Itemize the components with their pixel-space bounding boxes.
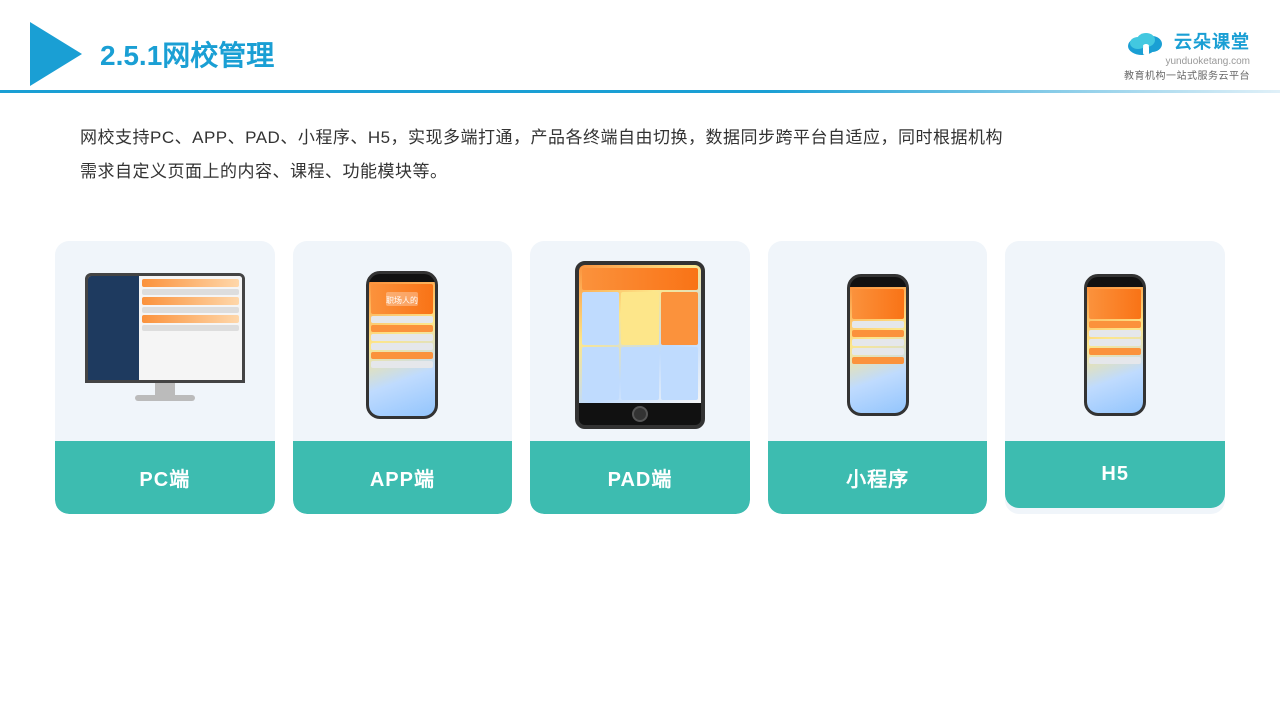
mini-phone-screen [850,287,906,413]
brand-area: 云朵课堂 yunduoketang.com 教育机构一站式服务云平台 [1124,26,1250,82]
h5-banner [1089,289,1141,319]
cards-section: PC端 职场人的 [0,209,1280,514]
pc-content [139,276,242,380]
logo-triangle-icon [30,22,82,86]
tablet-banner [582,268,698,290]
pc-sidebar [88,276,139,380]
description-text: 网校支持PC、APP、PAD、小程序、H5，实现多端打通，产品各终端自由切换，数… [0,93,1280,199]
pc-row-3 [142,297,239,305]
card-pc-image [55,241,275,441]
card-pad: PAD端 [530,241,750,514]
app-row-5 [371,352,433,359]
tablet-mockup [575,261,705,429]
mini-row-2 [852,330,904,337]
h5-phone-screen [1087,287,1143,413]
tablet-screen [579,265,701,403]
brand-domain: yunduoketang.com [1165,56,1250,67]
brand-cloud: 云朵课堂 [1124,26,1250,56]
card-pc: PC端 [55,241,275,514]
mini-row-5 [852,357,904,364]
card-miniprogram-label: 小程序 [768,441,988,514]
app-row-4 [371,343,433,350]
mini-phone-mockup [847,274,909,416]
app-phone-screen: 职场人的 [369,282,435,416]
pc-row-4 [142,307,239,313]
tablet-cell-4 [582,347,619,400]
pc-screen-inner [88,276,242,380]
tablet-cell-1 [582,292,619,345]
pc-base [135,395,195,401]
tablet-cell-2 [621,292,658,345]
app-banner: 职场人的 [371,284,433,314]
card-app-label: APP端 [293,441,513,514]
mini-row-3 [852,339,904,346]
pc-row-2 [142,289,239,295]
h5-row-5 [1089,357,1141,364]
pc-row-5 [142,315,239,323]
mini-row-1 [852,321,904,328]
h5-phone-notch [1101,277,1129,285]
header-left: 2.5.1网校管理 [30,22,274,86]
pc-screen [85,273,245,383]
card-h5-image [1005,241,1225,441]
title-prefix: 2.5.1 [100,40,162,71]
app-row-1 [371,316,433,323]
h5-row-4 [1089,348,1141,355]
header: 2.5.1网校管理 云朵课堂 yunduoketang.com 教育机构一站式服… [0,0,1280,90]
description-paragraph-2: 需求自定义页面上的内容、课程、功能模块等。 [80,155,1200,189]
brand-logo: 云朵课堂 yunduoketang.com 教育机构一站式服务云平台 [1124,26,1250,82]
h5-row-3 [1089,339,1141,346]
pc-row-1 [142,279,239,287]
h5-row-2 [1089,330,1141,337]
h5-phone-mockup [1084,274,1146,416]
pc-stand [155,383,175,395]
card-pad-label: PAD端 [530,441,750,514]
mini-banner [852,289,904,319]
brand-name: 云朵课堂 [1174,28,1250,54]
card-app: 职场人的 APP端 [293,241,513,514]
tablet-cell-5 [621,347,658,400]
card-h5: H5 [1005,241,1225,514]
card-miniprogram: 小程序 [768,241,988,514]
title-main: 网校管理 [162,40,274,71]
brand-tagline: 教育机构一站式服务云平台 [1124,67,1250,82]
page-title: 2.5.1网校管理 [100,34,274,74]
tablet-grid [582,292,698,400]
card-h5-label: H5 [1005,441,1225,508]
pc-row-6 [142,325,239,331]
svg-text:职场人的: 职场人的 [386,295,418,305]
app-row-3 [371,334,433,341]
card-pad-image [530,241,750,441]
card-pc-label: PC端 [55,441,275,514]
cloud-icon [1124,26,1168,56]
tablet-cell-3 [661,292,698,345]
tablet-cell-6 [661,347,698,400]
app-phone-mockup: 职场人的 [366,271,438,419]
mini-row-4 [852,348,904,355]
card-miniprogram-image [768,241,988,441]
mini-phone-notch [864,277,892,285]
pc-mockup [80,273,250,418]
app-banner-icon: 职场人的 [384,289,420,309]
h5-row-1 [1089,321,1141,328]
description-paragraph: 网校支持PC、APP、PAD、小程序、H5，实现多端打通，产品各终端自由切换，数… [80,121,1200,155]
app-row-6 [371,361,433,368]
app-row-2 [371,325,433,332]
tablet-home-btn [632,406,648,422]
phone-notch [388,274,416,282]
card-app-image: 职场人的 [293,241,513,441]
